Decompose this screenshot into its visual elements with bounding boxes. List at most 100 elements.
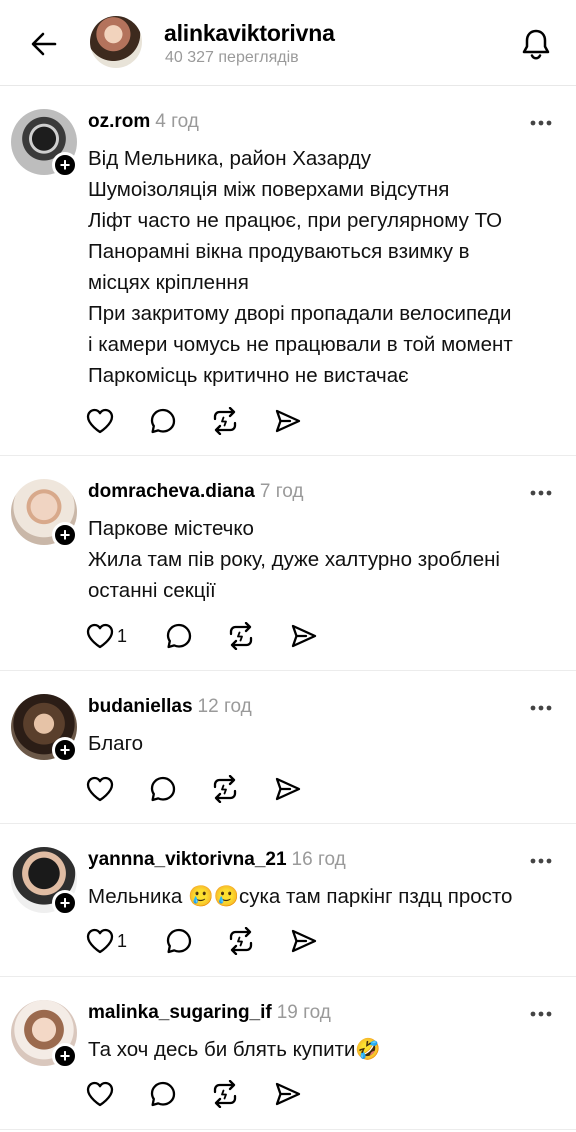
comment-line: Ліфт часто не працює, при регулярному ТО	[88, 209, 503, 232]
comment-username[interactable]: budaniellas	[88, 696, 193, 717]
comment-item[interactable]: + oz.rom 4 год Від Мельника, район Хазарду Ш…	[0, 87, 576, 456]
reply-button[interactable]	[165, 620, 193, 652]
back-arrow-icon	[31, 32, 57, 56]
views-count: 40 327 переглядів	[165, 49, 299, 66]
comment-username[interactable]: malinka_sugaring_if	[88, 1002, 272, 1023]
share-button[interactable]	[274, 773, 302, 805]
repost-button[interactable]	[210, 1078, 240, 1110]
top-bar: alinkaviktorivna 40 327 переглядів	[0, 0, 576, 86]
send-icon	[275, 1082, 301, 1106]
share-button[interactable]	[274, 1078, 302, 1110]
comment-meta: budaniellas 12 год	[88, 696, 252, 718]
like-count: 1	[117, 625, 128, 646]
more-dots-icon	[530, 858, 552, 864]
like-button[interactable]	[86, 1078, 114, 1110]
share-button[interactable]	[274, 405, 302, 437]
like-count: 1	[117, 930, 128, 951]
comment-bubble-icon	[150, 1081, 176, 1107]
reply-button[interactable]	[149, 1078, 177, 1110]
reply-button[interactable]	[149, 405, 177, 437]
profile-username[interactable]: alinkaviktorivna	[164, 20, 335, 47]
follow-plus-icon[interactable]: +	[52, 737, 78, 763]
profile-avatar[interactable]	[90, 16, 142, 68]
comment-line: Жила там пів року, дуже халтурно зроблен…	[88, 548, 500, 571]
repost-icon	[213, 407, 237, 435]
comment-bubble-icon	[150, 408, 176, 434]
more-options-button[interactable]	[524, 113, 558, 133]
comment-text: Паркове містечко Жила там пів року, дуже …	[88, 513, 500, 606]
comment-line: Паркове містечко	[88, 517, 254, 540]
comment-line: Паркомісць критично не вистачає	[88, 364, 409, 387]
comment-line: При закритому дворі пропадали велосипеди	[88, 302, 512, 325]
comment-line: Мельника 🥲🥲сука там паркінг пздц просто	[88, 885, 513, 908]
comment-item[interactable]: + yannna_viktorivna_21 16 год Мельника 🥲🥲су…	[0, 825, 576, 977]
comment-item[interactable]: + domracheva.diana 7 год Паркове містечко Жи…	[0, 457, 576, 671]
comment-meta: oz.rom 4 год	[88, 111, 199, 133]
comment-username[interactable]: oz.rom	[88, 111, 150, 132]
repost-icon	[229, 927, 253, 955]
repost-icon	[229, 622, 253, 650]
comment-time: 16 год	[291, 849, 346, 870]
comment-item[interactable]: + malinka_sugaring_if 19 год Та хоч десь би…	[0, 978, 576, 1130]
comment-bubble-icon	[166, 928, 192, 954]
repost-button[interactable]	[226, 620, 256, 652]
comment-time: 12 год	[197, 696, 252, 717]
comment-line: останні секції	[88, 579, 216, 602]
back-button[interactable]	[26, 26, 62, 62]
comment-line: Шумоізоляція між поверхами відсутня	[88, 178, 450, 201]
bell-icon	[522, 29, 550, 60]
heart-icon	[86, 408, 114, 434]
reply-button[interactable]	[165, 925, 193, 957]
comment-text: Мельника 🥲🥲сука там паркінг пздц просто	[88, 881, 512, 912]
more-options-button[interactable]	[524, 851, 558, 871]
share-button[interactable]	[290, 925, 318, 957]
like-button[interactable]	[86, 405, 114, 437]
more-dots-icon	[530, 1011, 552, 1017]
comment-line: місцях кріплення	[88, 271, 249, 294]
comment-item[interactable]: + budaniellas 12 год Благо	[0, 672, 576, 824]
follow-plus-icon[interactable]: +	[52, 522, 78, 548]
follow-plus-icon[interactable]: +	[52, 152, 78, 178]
comment-time: 4 год	[155, 111, 199, 132]
comment-bubble-icon	[166, 623, 192, 649]
send-icon	[291, 624, 317, 648]
more-dots-icon	[530, 120, 552, 126]
more-dots-icon	[530, 705, 552, 711]
comment-time: 7 год	[259, 481, 304, 502]
comment-meta: yannna_viktorivna_21 16 год	[88, 849, 346, 871]
comment-line: Та хоч десь би блять купити🤣	[88, 1038, 381, 1061]
heart-icon	[86, 1081, 114, 1107]
repost-button[interactable]	[210, 773, 240, 805]
notifications-button[interactable]	[516, 24, 556, 64]
send-icon	[275, 777, 301, 801]
repost-icon	[213, 775, 237, 803]
heart-icon	[86, 623, 114, 649]
like-button[interactable]: 1	[86, 925, 127, 957]
like-button[interactable]: 1	[86, 620, 127, 652]
follow-plus-icon[interactable]: +	[52, 1043, 78, 1069]
more-options-button[interactable]	[524, 483, 558, 503]
reply-button[interactable]	[149, 773, 177, 805]
more-options-button[interactable]	[524, 698, 558, 718]
more-options-button[interactable]	[524, 1004, 558, 1024]
send-icon	[291, 929, 317, 953]
heart-icon	[86, 776, 114, 802]
send-icon	[275, 409, 301, 433]
comment-line: Панорамні вікна продуваються взимку в	[88, 240, 470, 263]
comment-time: 19 год	[276, 1002, 331, 1023]
comment-bubble-icon	[150, 776, 176, 802]
comment-meta: malinka_sugaring_if 19 год	[88, 1002, 331, 1024]
more-dots-icon	[530, 490, 552, 496]
comment-username[interactable]: yannna_viktorivna_21	[88, 849, 287, 870]
comment-text: Та хоч десь би блять купити🤣	[88, 1034, 381, 1065]
comment-line: Благо	[88, 732, 144, 755]
follow-plus-icon[interactable]: +	[52, 890, 78, 916]
comment-text: Благо	[88, 728, 143, 759]
comment-username[interactable]: domracheva.diana	[88, 481, 255, 502]
comment-line: Від Мельника, район Хазарду	[88, 147, 371, 170]
comment-meta: domracheva.diana 7 год	[88, 481, 303, 503]
share-button[interactable]	[290, 620, 318, 652]
repost-button[interactable]	[226, 925, 256, 957]
repost-button[interactable]	[210, 405, 240, 437]
like-button[interactable]	[86, 773, 114, 805]
